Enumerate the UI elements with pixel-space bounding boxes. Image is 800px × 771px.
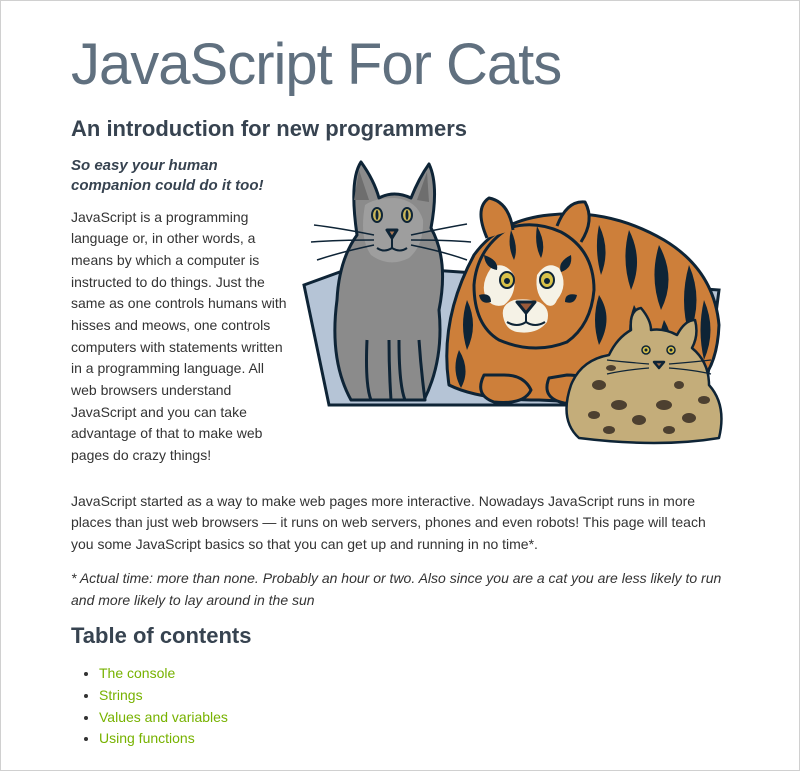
intro-para-2: JavaScript started as a way to make web … bbox=[71, 491, 729, 556]
toc-link-values[interactable]: Values and variables bbox=[99, 709, 228, 725]
footnote: * Actual time: more than none. Probably … bbox=[71, 568, 729, 611]
toc-list: The console Strings Values and variables… bbox=[71, 663, 729, 750]
toc-item: Using functions bbox=[99, 728, 729, 750]
page-title: JavaScript For Cats bbox=[71, 31, 729, 98]
intro-block: So easy your human companion could do it… bbox=[71, 156, 729, 479]
subtitle: An introduction for new programmers bbox=[71, 116, 729, 142]
cats-illustration bbox=[299, 156, 729, 450]
toc-item: The console bbox=[99, 663, 729, 685]
toc-link-functions[interactable]: Using functions bbox=[99, 730, 195, 746]
toc-link-console[interactable]: The console bbox=[99, 665, 175, 681]
toc-link-strings[interactable]: Strings bbox=[99, 687, 143, 703]
toc-heading: Table of contents bbox=[71, 623, 729, 649]
toc-item: Strings bbox=[99, 685, 729, 707]
toc-item: Values and variables bbox=[99, 707, 729, 729]
